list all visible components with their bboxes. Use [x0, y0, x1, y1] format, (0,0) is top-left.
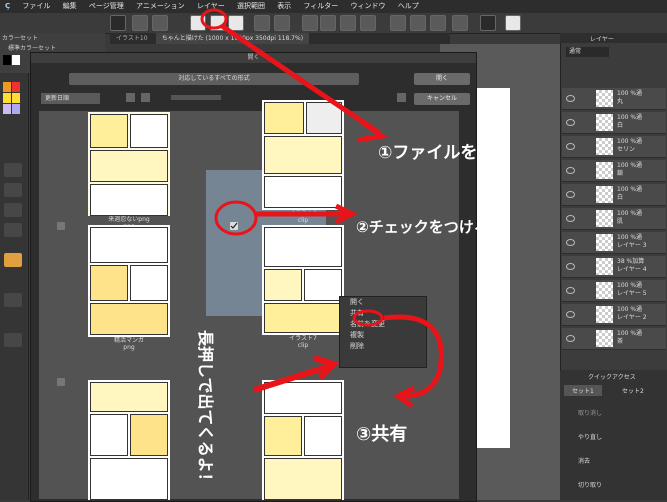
arrow-step1 — [220, 23, 380, 135]
annotation-step3: ③共有 — [356, 423, 407, 445]
annotation-hold: 長押しで出てくるよ！ — [196, 330, 215, 489]
annotation-overlay: ①ファイルを開く ②チェックをつける ③共有 長押しで出てくるよ！ — [196, 8, 511, 489]
circle-share — [352, 309, 384, 327]
circle-checkbox — [214, 200, 258, 236]
arrow-hold — [253, 363, 331, 393]
arrow-step3 — [383, 314, 444, 399]
annotation-step2: ②チェックをつける — [356, 218, 489, 236]
circle-open-icon — [200, 8, 228, 30]
annotation-step1: ①ファイルを開く — [378, 143, 511, 163]
